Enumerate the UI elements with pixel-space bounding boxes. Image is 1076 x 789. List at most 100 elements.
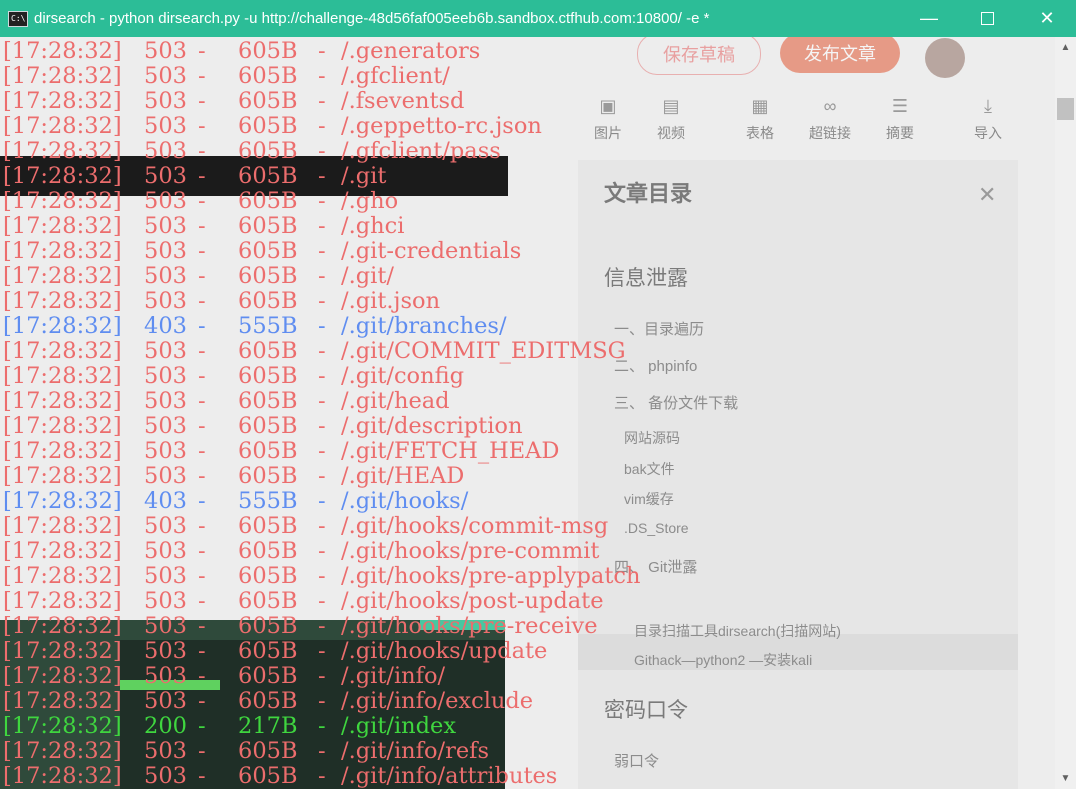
console-line-status: 503 <box>144 238 187 264</box>
console-line-size: 605B <box>238 763 298 789</box>
console-line-time: [17:28:32] <box>3 88 122 114</box>
console-line-path: /.git/info/ <box>341 663 446 689</box>
console-line-status: 503 <box>144 113 187 139</box>
console-line-time: [17:28:32] <box>3 38 122 64</box>
scroll-down-arrow-icon[interactable]: ▼ <box>1055 770 1076 787</box>
console-line-dash: - <box>198 313 206 339</box>
console-line-path: /.gho <box>341 188 399 214</box>
console-line-dash: - <box>318 313 326 339</box>
console-line-size: 555B <box>238 488 298 514</box>
console-line-status: 503 <box>144 138 187 164</box>
console-line-dash: - <box>318 488 326 514</box>
console-line-time: [17:28:32] <box>3 588 122 614</box>
console-line-size: 605B <box>238 213 298 239</box>
console-line-dash: - <box>318 138 326 164</box>
console-line-dash: - <box>318 538 326 564</box>
console-line-path: /.git/HEAD <box>341 463 465 489</box>
console-line-dash: - <box>318 613 326 639</box>
console-line-dash: - <box>318 338 326 364</box>
vertical-scrollbar[interactable]: ▲ ▼ <box>1055 37 1076 789</box>
console-line-path: /.git/info/exclude <box>341 688 534 714</box>
console-line-dash: - <box>198 38 206 64</box>
console-line-path: /.git/branches/ <box>341 313 507 339</box>
console-line-dash: - <box>318 588 326 614</box>
console-line-size: 217B <box>238 713 298 739</box>
console-line-status: 503 <box>144 613 187 639</box>
console-line-status: 503 <box>144 563 187 589</box>
console-line-path: /.git/hooks/pre-receive <box>341 613 598 639</box>
console-line-status: 503 <box>144 513 187 539</box>
console-line-dash: - <box>198 138 206 164</box>
maximize-button[interactable] <box>958 0 1016 37</box>
console-line-size: 605B <box>238 263 298 289</box>
scrollbar-thumb[interactable] <box>1057 98 1074 120</box>
console-line-status: 503 <box>144 638 187 664</box>
console-line-dash: - <box>318 413 326 439</box>
console-line-size: 605B <box>238 613 298 639</box>
console-line-dash: - <box>318 263 326 289</box>
console-line-time: [17:28:32] <box>3 188 122 214</box>
console-line-dash: - <box>318 463 326 489</box>
console-line-status: 503 <box>144 263 187 289</box>
console-line-dash: - <box>198 213 206 239</box>
console-line-dash: - <box>198 263 206 289</box>
console-line-path: /.git <box>341 163 387 189</box>
console-line-time: [17:28:32] <box>3 513 122 539</box>
console-line-path: /.git/info/attributes <box>341 763 558 789</box>
console-line-path: /.git/ <box>341 263 394 289</box>
scroll-up-arrow-icon[interactable]: ▲ <box>1055 39 1076 56</box>
minimize-button[interactable]: — <box>900 0 958 37</box>
console-line-dash: - <box>198 438 206 464</box>
console-line-time: [17:28:32] <box>3 538 122 564</box>
console-line-path: /.git/hooks/pre-commit <box>341 538 600 564</box>
console-line-path: /.git/description <box>341 413 523 439</box>
console-line-size: 605B <box>238 288 298 314</box>
console-line-dash: - <box>198 163 206 189</box>
console-line-path: /.git/hooks/ <box>341 488 469 514</box>
console-line-dash: - <box>318 63 326 89</box>
console-line-time: [17:28:32] <box>3 763 122 789</box>
console-line-size: 605B <box>238 38 298 64</box>
console-line-size: 605B <box>238 513 298 539</box>
console-line-path: /.git-credentials <box>341 238 522 264</box>
console-line-size: 605B <box>238 388 298 414</box>
console-line-size: 605B <box>238 688 298 714</box>
console-line-time: [17:28:32] <box>3 488 122 514</box>
console-line-time: [17:28:32] <box>3 238 122 264</box>
console-line-dash: - <box>318 438 326 464</box>
console-line-status: 503 <box>144 438 187 464</box>
console-line-status: 503 <box>144 538 187 564</box>
title-bar[interactable]: C:\ dirsearch - python dirsearch.py -u h… <box>0 0 1076 37</box>
console-line-path: /.git/info/refs <box>341 738 490 764</box>
console-line-path: /.git/head <box>341 388 450 414</box>
console-line-path: /.git.json <box>341 288 441 314</box>
console-line-path: /.git/hooks/post-update <box>341 588 604 614</box>
console-line-status: 503 <box>144 163 187 189</box>
console-line-time: [17:28:32] <box>3 363 122 389</box>
console-line-status: 200 <box>144 713 187 739</box>
console-line-dash: - <box>318 513 326 539</box>
close-button[interactable]: ✕ <box>1018 0 1076 37</box>
console-line-path: /.gfclient/pass <box>341 138 501 164</box>
console-line-path: /.gfclient/ <box>341 63 450 89</box>
console-line-size: 605B <box>238 588 298 614</box>
console-line-dash: - <box>198 688 206 714</box>
console-line-status: 503 <box>144 588 187 614</box>
console-line-time: [17:28:32] <box>3 663 122 689</box>
console-line-dash: - <box>198 588 206 614</box>
console-line-dash: - <box>198 613 206 639</box>
console-line-dash: - <box>198 738 206 764</box>
maximize-icon <box>980 12 994 25</box>
console-line-size: 605B <box>238 463 298 489</box>
console-window: 保存草稿 发布文章 ▣ 图片 ▤ 视频 ▦ 表格 ∞ 超链接 ☰ 摘要 ⤓ 导入… <box>0 0 1076 789</box>
console-line-status: 503 <box>144 388 187 414</box>
console-line-dash: - <box>198 88 206 114</box>
console-line-status: 503 <box>144 188 187 214</box>
console-line-dash: - <box>198 388 206 414</box>
console-line-dash: - <box>198 488 206 514</box>
console-line-dash: - <box>318 738 326 764</box>
console-line-size: 605B <box>238 638 298 664</box>
console-line-path: /.git/COMMIT_EDITMSG <box>341 338 626 364</box>
console-output[interactable]: [17:28:32] 503-605B -/.generators [17:28:32… <box>0 37 1055 789</box>
console-line-size: 605B <box>238 363 298 389</box>
